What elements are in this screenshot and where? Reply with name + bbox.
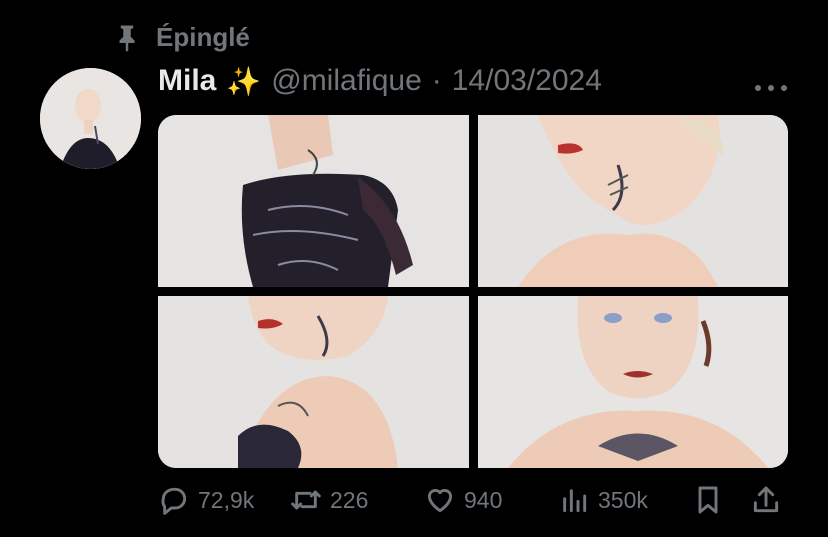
sparkles-emoji: ✨ [226, 65, 262, 97]
more-options-button[interactable] [755, 82, 787, 94]
like-button[interactable]: 940 [424, 484, 502, 516]
reply-icon [161, 487, 187, 515]
reply-count: 72,9k [198, 486, 255, 513]
views-button[interactable]: 350k [558, 484, 648, 516]
author-handle[interactable]: @milafique [271, 64, 422, 98]
media-photo-2[interactable] [478, 115, 788, 287]
views-count: 350k [598, 486, 648, 513]
media-photo-3[interactable] [158, 296, 469, 468]
reply-button[interactable]: 72,9k [158, 484, 254, 516]
heart-icon [427, 488, 453, 513]
more-dot-icon [781, 85, 787, 91]
retweet-icon [291, 490, 321, 510]
tweet-date[interactable]: 14/03/2024 [452, 64, 602, 98]
like-count: 940 [464, 486, 503, 513]
pin-icon [119, 25, 135, 52]
share-button[interactable] [750, 484, 782, 516]
media-photo-1[interactable] [158, 115, 469, 287]
pinned-indicator: Épinglé [112, 22, 250, 53]
more-dot-icon [768, 85, 774, 91]
avatar-photo [40, 68, 141, 169]
tweet-actions-bar: 72,9k 226 940 350k [158, 484, 798, 524]
more-dot-icon [755, 85, 761, 91]
avatar[interactable] [40, 68, 141, 169]
media-photo-4[interactable] [478, 296, 788, 468]
tweet-header: Mila ✨ @milafique · 14/03/2024 [158, 64, 602, 98]
retweet-count: 226 [330, 486, 369, 513]
retweet-button[interactable]: 226 [290, 484, 368, 516]
views-chart-icon [563, 489, 587, 513]
share-icon [753, 486, 779, 513]
separator-dot: · [431, 64, 442, 97]
author-name[interactable]: Mila [158, 64, 216, 98]
pinned-label: Épinglé [156, 22, 250, 52]
bookmark-button[interactable] [692, 484, 724, 516]
bookmark-icon [698, 486, 718, 514]
media-grid [158, 115, 788, 468]
